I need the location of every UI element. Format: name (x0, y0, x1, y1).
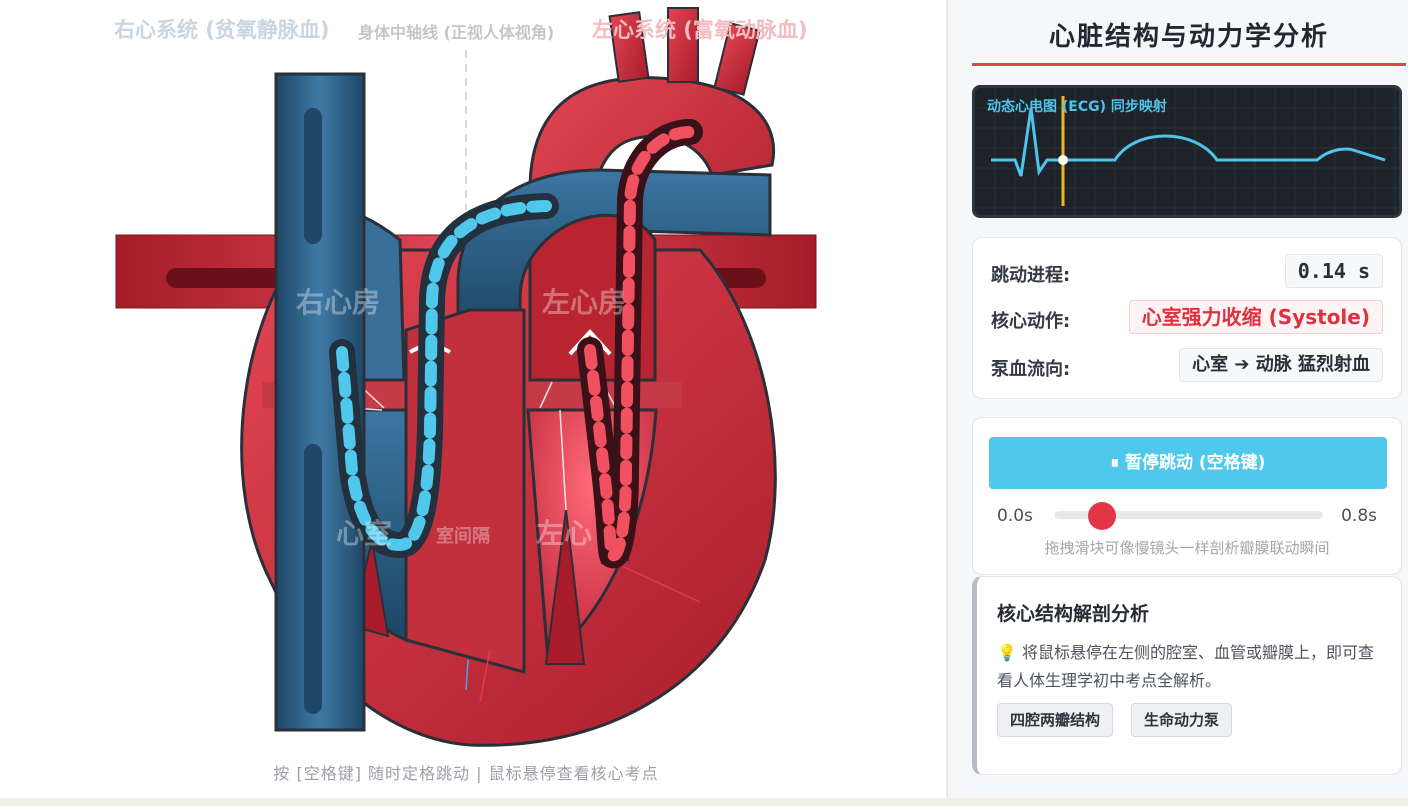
ecg-playhead-dot (1058, 155, 1068, 165)
flow-value: 心室 ➔ 动脉 猛烈射血 (1179, 348, 1383, 382)
header-right-system: 右心系统 (贫氧静脉血) (114, 18, 330, 42)
time-slider-thumb[interactable] (1087, 502, 1116, 530)
header-midline: 身体中轴线 (正视人体视角) (358, 23, 555, 42)
pause-button[interactable]: ⏸ 暂停跳动 (空格键) (989, 437, 1387, 489)
tag-life-pump[interactable]: 生命动力泵 (1131, 703, 1233, 737)
status-flow-row: 泵血流向: 心室 ➔ 动脉 猛烈射血 (991, 348, 1383, 382)
status-action-row: 核心动作: 心室强力收缩 (Systole) (991, 300, 1383, 334)
keyboard-hint: 按 [空格键] 随时定格跳动 | 鼠标悬停查看核心考点 (273, 764, 659, 783)
tag-four-chambers[interactable]: 四腔两瓣结构 (997, 703, 1114, 737)
time-max-label: 0.8s (1341, 506, 1377, 526)
header-left-system: 左心系统 (富氧动脉血) (592, 18, 808, 42)
time-min-label: 0.0s (997, 506, 1033, 526)
info-body: 💡 将鼠标悬停在左侧的腔室、血管或瓣膜上，即可查看人体生理学初中考点全解析。 (997, 643, 1375, 690)
heart-stage: 右心系统 (贫氧静脉血) 身体中轴线 (正视人体视角) 左心系统 (富氧动脉血)… (0, 0, 946, 798)
action-value: 心室强力收缩 (Systole) (1128, 300, 1383, 334)
superior-vena-cava-channel (304, 108, 322, 244)
ecg-waveform (991, 107, 1386, 177)
label-right-ventricle: 心室 (336, 517, 393, 550)
label-left-ventricle: 左心 (536, 517, 593, 550)
info-title: 核心结构解剖分析 (997, 603, 1150, 625)
action-label: 核心动作: (991, 311, 1071, 332)
ecg-monitor: 动态心电图 (ECG) 同步映射 (972, 85, 1402, 218)
heart-illustration (115, 7, 817, 747)
info-card: 核心结构解剖分析 💡 将鼠标悬停在左侧的腔室、血管或瓣膜上，即可查看人体生理学初… (972, 576, 1402, 775)
flow-label: 泵血流向: (991, 359, 1071, 380)
ecg-label: 动态心电图 (ECG) 同步映射 (987, 99, 1167, 115)
label-right-atrium: 右心房 (296, 286, 381, 319)
inferior-vena-cava-channel (304, 444, 322, 714)
slider-hint: 拖拽滑块可像慢镜头一样剖析瓣膜联动瞬间 (1044, 539, 1330, 557)
panel-title: 心脏结构与动力学分析 (1048, 22, 1329, 52)
title-divider (972, 63, 1406, 66)
control-card: ⏸ 暂停跳动 (空格键) 0.0s 0.8s 拖拽滑块可像慢镜头一样剖析瓣膜联动… (972, 417, 1402, 575)
progress-value: 0.14 s (1284, 254, 1383, 288)
label-septum: 室间隔 (436, 526, 490, 547)
label-left-atrium: 左心房 (542, 286, 627, 319)
progress-label: 跳动进程: (991, 265, 1071, 286)
status-card: 跳动进程: 0.14 s 核心动作: 心室强力收缩 (Systole) 泵血流向… (972, 237, 1402, 399)
status-progress-row: 跳动进程: 0.14 s (991, 254, 1383, 288)
analysis-panel: 心脏结构与动力学分析 动态心电图 (ECG) 同步映射 跳动进程: 0.14 s… (947, 0, 1408, 798)
